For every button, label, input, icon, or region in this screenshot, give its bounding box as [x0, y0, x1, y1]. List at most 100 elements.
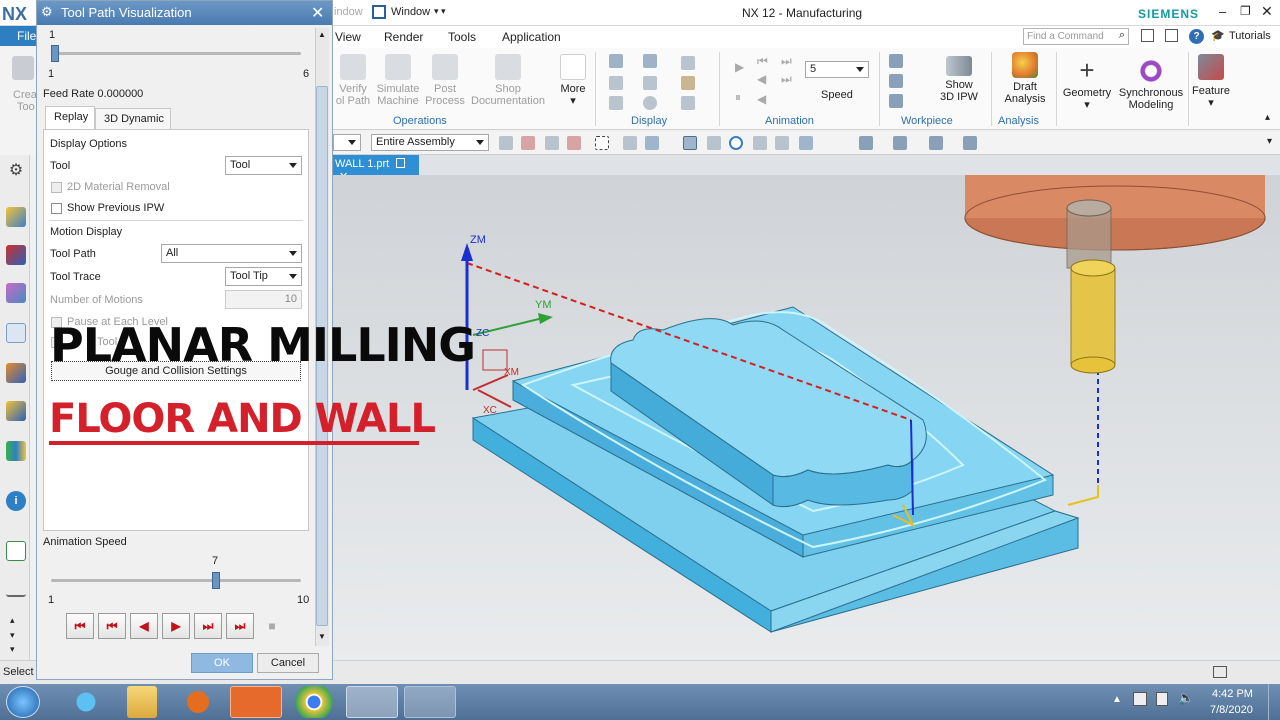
display-icon-1[interactable] — [609, 54, 623, 68]
nx-manager-icon[interactable] — [404, 686, 456, 718]
show-previous-ipw-checkbox[interactable] — [51, 203, 62, 214]
dialog-gear-icon[interactable]: ⚙ — [41, 4, 53, 20]
selection-icon-12[interactable] — [799, 136, 813, 150]
feature-button[interactable]: Feature ▾ — [1189, 54, 1233, 109]
machine-tool-icon[interactable] — [6, 363, 26, 383]
selection-icon-14[interactable] — [893, 136, 907, 150]
tool-path-select[interactable]: All — [161, 244, 302, 263]
recorder-icon[interactable] — [230, 686, 282, 718]
selection-icon-8[interactable] — [683, 136, 697, 150]
info-icon[interactable]: i — [6, 491, 26, 511]
speed-slider-thumb[interactable] — [212, 572, 221, 589]
ribbon-expand-icon[interactable]: ▴ — [1265, 112, 1270, 123]
scroll-up-icon[interactable]: ▲ — [318, 30, 326, 39]
media-icon[interactable] — [172, 686, 224, 718]
speed-slider-track[interactable] — [51, 579, 301, 582]
selection-icon-16[interactable] — [963, 136, 977, 150]
selection-icon-4[interactable] — [567, 136, 581, 150]
tool-trace-select[interactable]: Tool Tip — [225, 267, 302, 286]
more-button[interactable]: More ▾ — [555, 54, 591, 107]
selection-icon-6[interactable] — [623, 136, 637, 150]
tray-up-icon[interactable]: ▲ — [1112, 694, 1122, 705]
gear-icon[interactable]: ⚙ — [6, 161, 26, 181]
fast-forward-end-button[interactable]: ⏭ — [226, 613, 254, 639]
display-icon-8[interactable] — [643, 96, 657, 110]
geometry-button[interactable]: + Geometry ▾ — [1061, 57, 1113, 111]
workpiece-icon-2[interactable] — [889, 74, 903, 88]
show-3d-ipw-button[interactable]: Show 3D IPW — [931, 56, 987, 103]
display-icon-4[interactable] — [609, 76, 623, 90]
menu-view[interactable]: View — [335, 30, 361, 44]
rewind-start-button[interactable]: ⏮ — [66, 613, 94, 639]
tab-part-file[interactable]: WALL 1.prt ✕ — [333, 155, 419, 183]
play-reverse-button[interactable]: ◀ — [130, 613, 158, 639]
selection-icon-7[interactable] — [645, 136, 659, 150]
window-menu-partial[interactable]: indow — [334, 6, 363, 18]
pause-icon[interactable]: ⏸ — [735, 90, 741, 105]
play-forward-icon[interactable]: ▶ — [735, 60, 744, 74]
volume-icon[interactable]: 🔈 — [1178, 690, 1194, 706]
workpiece-icon-1[interactable] — [889, 54, 903, 68]
step-slider-thumb[interactable] — [51, 45, 59, 62]
step-forward-button[interactable]: ⏭ — [194, 613, 222, 639]
command-finder[interactable]: Find a Command ⌕ — [1023, 28, 1129, 45]
selection-icon-3[interactable] — [545, 136, 559, 150]
close-window-icon[interactable]: ✕ — [1261, 3, 1273, 20]
operation-navigator-icon[interactable] — [6, 323, 26, 343]
folder-icon[interactable] — [127, 686, 157, 718]
selection-icon-1[interactable] — [499, 136, 513, 150]
animation-speed-select[interactable]: 5 — [805, 61, 869, 78]
menu-render[interactable]: Render — [384, 30, 423, 44]
refresh-icon[interactable] — [729, 136, 743, 150]
tool-select[interactable]: Tool — [225, 156, 302, 175]
network-icon[interactable] — [1133, 692, 1147, 706]
assembly-scope-select[interactable]: Entire Assembly — [371, 134, 489, 151]
web-browser-icon[interactable] — [6, 541, 26, 561]
nx-icon[interactable] — [346, 686, 398, 718]
rail-scroll-up-icon[interactable]: ▴ — [10, 615, 15, 626]
window-menu-chevron-icon[interactable]: ▾ ▾ — [434, 6, 446, 17]
display-icon-5[interactable] — [643, 76, 657, 90]
restore-layout-icon[interactable] — [1165, 29, 1178, 42]
shop-documentation-button[interactable]: Shop Documentation — [469, 54, 547, 107]
display-icon-6[interactable] — [681, 76, 695, 90]
draft-analysis-button[interactable]: Draft Analysis — [997, 52, 1053, 105]
stop-button[interactable]: ■ — [258, 613, 286, 639]
selection-icon-13[interactable] — [859, 136, 873, 150]
play-button[interactable]: ▶ — [162, 613, 190, 639]
close-icon[interactable]: ✕ — [311, 3, 324, 23]
tutorials-link[interactable]: Tutorials — [1229, 30, 1271, 42]
start-icon[interactable] — [6, 686, 40, 718]
library-icon[interactable] — [6, 441, 26, 461]
selection-icon-11[interactable] — [775, 136, 789, 150]
selection-icon-5[interactable] — [595, 136, 609, 150]
selection-icon-9[interactable] — [707, 136, 721, 150]
part-navigator-icon[interactable] — [6, 207, 26, 227]
step-next2-icon[interactable]: ⏭ — [781, 72, 792, 87]
selection-icon-10[interactable] — [753, 136, 767, 150]
step-slider-track[interactable] — [51, 52, 301, 55]
toolbar-expand-icon[interactable]: ▾ — [1267, 136, 1272, 147]
selection-icon-15[interactable] — [929, 136, 943, 150]
scroll-down-icon[interactable]: ▼ — [318, 632, 326, 641]
ribbon-tool-partial[interactable]: Too — [17, 101, 35, 113]
help-icon[interactable]: ? — [1189, 29, 1204, 44]
ie-icon[interactable] — [60, 686, 112, 718]
display-icon-3[interactable] — [681, 56, 695, 70]
file-menu-button[interactable]: File — [0, 26, 40, 46]
menu-tools[interactable]: Tools — [448, 30, 476, 44]
clock-time[interactable]: 4:42 PM — [1212, 688, 1253, 700]
show-desktop-button[interactable] — [1268, 684, 1280, 720]
assembly-navigator-icon[interactable] — [6, 245, 26, 265]
cancel-button[interactable]: Cancel — [257, 653, 319, 673]
minimize-icon[interactable]: – — [1219, 4, 1226, 19]
step-next-icon[interactable]: ⏭ — [781, 54, 792, 69]
clock-date[interactable]: 7/8/2020 — [1210, 704, 1253, 716]
number-of-motions-input[interactable]: 10 — [225, 290, 302, 309]
display-icon-9[interactable] — [681, 96, 695, 110]
display-icon-7[interactable] — [609, 96, 623, 110]
rail-scroll-down-icon[interactable]: ▾ — [10, 630, 15, 641]
history-icon[interactable] — [6, 587, 26, 597]
step-back-icon[interactable]: ◀ — [757, 72, 766, 86]
display-icon-2[interactable] — [643, 54, 657, 68]
